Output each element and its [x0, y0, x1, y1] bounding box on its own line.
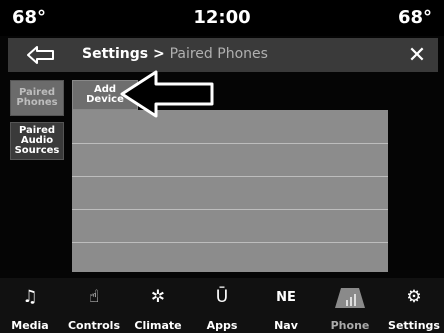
dock-item-label: Media [11, 319, 49, 332]
dock-item-label: Climate [134, 319, 182, 332]
music-note-icon: ♫ [22, 287, 38, 307]
close-icon: ✕ [407, 42, 427, 68]
paired-devices-list [72, 110, 388, 272]
dock-item-controls[interactable]: ☝ Controls [64, 278, 124, 333]
dock-item-media[interactable]: ♫ Media [0, 278, 60, 333]
sidebar-item-label-line: Sources [14, 145, 60, 156]
list-row-divider [72, 143, 388, 144]
apps-u-icon: Ū [215, 287, 229, 307]
back-arrow-icon [27, 46, 54, 64]
dock-item-label: Apps [206, 319, 238, 332]
breadcrumb-separator: > [148, 46, 170, 62]
pointer-arrow-icon [120, 70, 214, 118]
title-bar: Settings > Paired Phones ✕ [8, 38, 438, 72]
breadcrumb: Settings > Paired Phones [82, 46, 268, 62]
gear-icon: ⚙ [406, 287, 422, 307]
status-bar: 68° 12:00 68° [0, 0, 444, 36]
list-row-divider [72, 176, 388, 177]
dock-item-label: Settings [388, 319, 440, 332]
signal-bars-svg [335, 288, 365, 308]
close-button[interactable]: ✕ [396, 38, 438, 72]
dock-item-nav[interactable]: NE Nav [256, 278, 316, 333]
dock-item-label: Controls [67, 319, 121, 332]
back-button[interactable] [8, 38, 74, 72]
clock: 12:00 [193, 7, 251, 28]
sidebar-item-label-line: Phones [16, 97, 58, 108]
sidebar-item-paired-phones[interactable]: Paired Phones [10, 80, 64, 116]
list-row-divider [72, 209, 388, 210]
dock-item-climate[interactable]: ✲ Climate [128, 278, 188, 333]
dock-item-settings[interactable]: ⚙ Settings [384, 278, 444, 333]
compass-heading: NE [276, 289, 296, 305]
dock-item-label: Nav [274, 319, 298, 332]
bottom-dock: ♫ Media ☝ Controls ✲ Climate Ū Apps NE N… [0, 278, 444, 333]
hand-icon: ☝ [88, 287, 100, 307]
fan-icon: ✲ [150, 287, 166, 307]
list-row-divider [72, 242, 388, 243]
breadcrumb-root: Settings [82, 46, 149, 62]
dock-item-phone[interactable]: Phone [320, 278, 380, 333]
dock-item-label: Phone [330, 319, 370, 332]
compass-ne-icon: NE [266, 280, 306, 314]
sidebar-item-paired-audio-sources[interactable]: Paired Audio Sources [10, 122, 64, 160]
passenger-temperature[interactable]: 68° [398, 7, 432, 28]
head-unit-screen: 68° 12:00 68° Settings > Paired Phones ✕… [0, 0, 444, 333]
dock-item-apps[interactable]: Ū Apps [192, 278, 252, 333]
breadcrumb-current: Paired Phones [169, 46, 268, 62]
signal-bars-icon [330, 280, 370, 314]
